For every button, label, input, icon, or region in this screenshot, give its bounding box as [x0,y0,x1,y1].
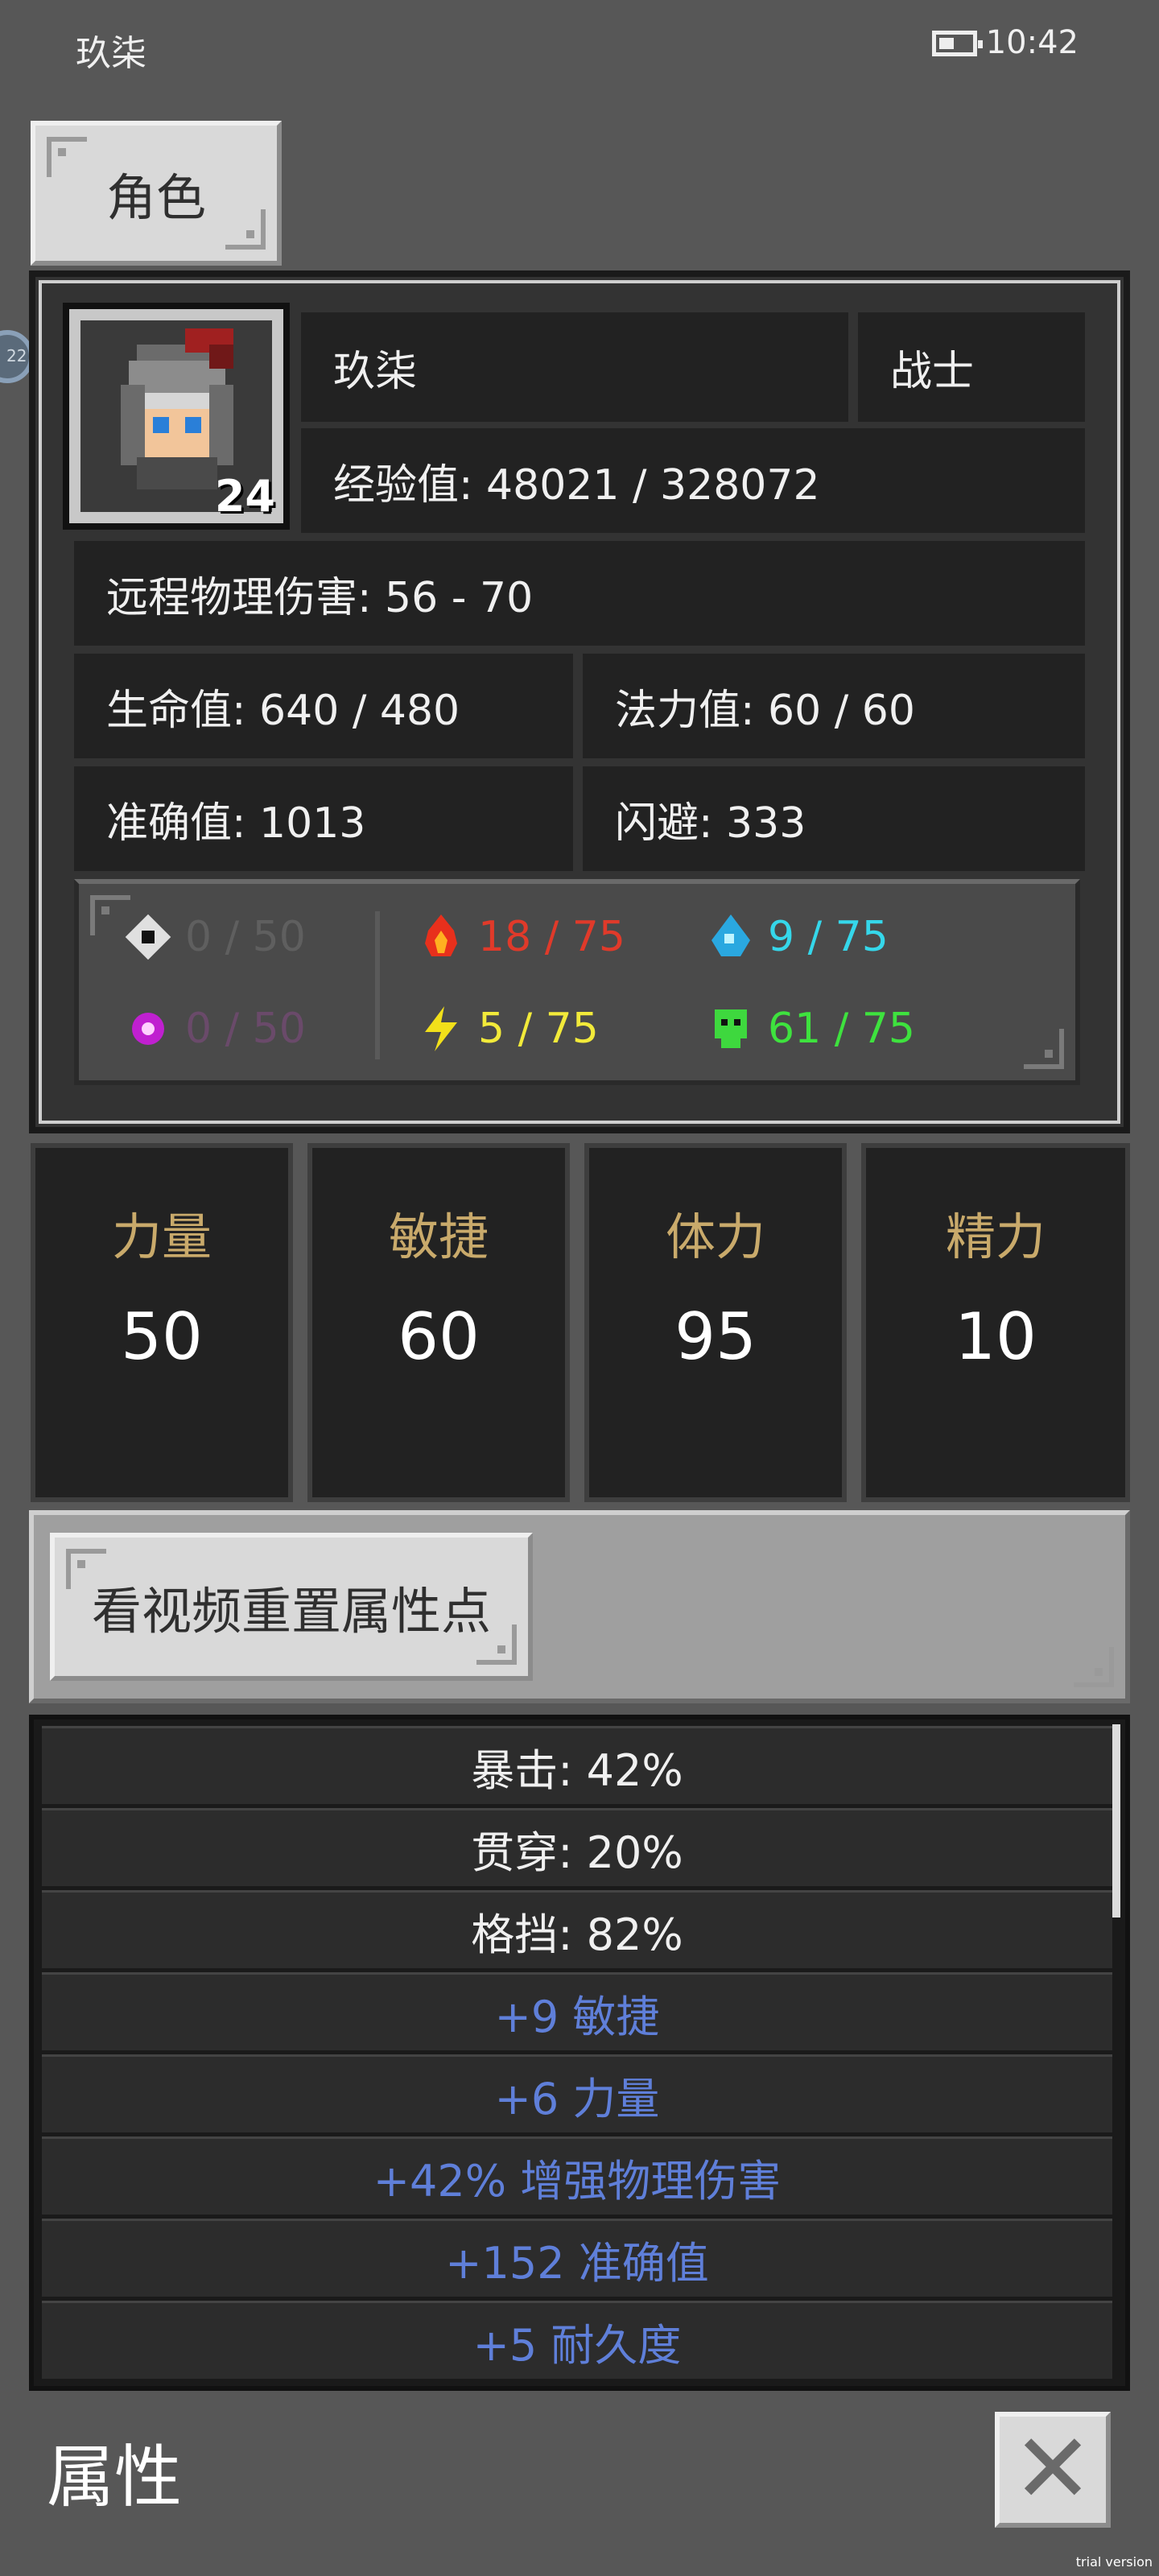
bonus-text: +5 耐久度 [472,2319,682,2371]
stat-agility-value: 60 [398,1299,480,1374]
bonus-text: +6 力量 [494,2073,660,2124]
stat-stamina: 体力 95 [584,1143,847,1502]
stat-energy-label: 精力 [945,1208,1046,1266]
stat-strength-value: 50 [121,1299,203,1374]
list-item: +5 耐久度 [42,2301,1112,2379]
bonus-text: 贯穿: 20% [471,1827,683,1878]
tab-label: 角色 [105,168,206,227]
corner-decoration [225,209,266,250]
resistance-water-value: 9 / 75 [768,913,889,961]
resistance-lightning: 5 / 75 [412,1000,599,1058]
experience-value: 经验值: 48021 / 328072 [301,428,1085,533]
resistance-arcane-value: 0 / 50 [185,1005,306,1053]
character-class: 战士 [858,312,1085,422]
trial-watermark: trial version [1075,2554,1153,2570]
resistance-water: 9 / 75 [702,908,889,966]
side-badge-text: 22 [6,346,27,365]
stat-agility: 敏捷 60 [307,1143,570,1502]
status-time: 10:42 [985,24,1079,61]
mp-value: 法力值: 60 / 60 [583,654,1085,758]
page-title: 属性 [47,2438,183,2516]
stat-energy: 精力 10 [861,1143,1130,1502]
character-portrait[interactable]: 24 [63,303,290,530]
stat-stamina-label: 体力 [665,1208,765,1266]
ranged-physical-damage: 远程物理伤害: 56 - 70 [74,541,1085,646]
lightning-icon [412,1000,470,1058]
water-icon [702,908,760,966]
corner-decoration [66,1549,106,1589]
corner-decoration [476,1624,517,1665]
battery-icon [932,31,983,56]
resistance-arcane: 0 / 50 [119,1000,306,1058]
list-item: +152 准确值 [42,2219,1112,2297]
resistance-poison-value: 61 / 75 [768,1005,915,1053]
stat-stamina-value: 95 [674,1299,757,1374]
physical-shield-icon [119,908,177,966]
stat-strength: 力量 50 [31,1143,293,1502]
bonus-text: 格挡: 82% [471,1909,683,1960]
close-button[interactable]: ✕ [995,2412,1111,2528]
list-item: 贯穿: 20% [42,1808,1112,1886]
stat-agility-label: 敏捷 [388,1208,489,1266]
divider [375,911,380,1059]
resistance-fire: 18 / 75 [412,908,625,966]
fire-icon [412,908,470,966]
bonus-text: +9 敏捷 [494,1991,660,2042]
tab-character[interactable]: 角色 [31,121,282,266]
dodge-value: 闪避: 333 [583,766,1085,871]
poison-skull-icon [702,1000,760,1058]
resistance-lightning-value: 5 / 75 [478,1005,599,1053]
watch-video-reset-button[interactable]: 看视频重置属性点 [50,1533,533,1681]
level-badge: 24 [214,471,275,522]
accuracy-value: 准确值: 1013 [74,766,573,871]
attribute-bonus-list[interactable]: 暴击: 42% 贯穿: 20% 格挡: 82% +9 敏捷 +6 力量 +42%… [29,1715,1130,2391]
bonus-text: 暴击: 42% [471,1744,683,1796]
corner-decoration [1024,1029,1064,1069]
resistance-fire-value: 18 / 75 [478,913,625,961]
list-item: +6 力量 [42,2054,1112,2132]
resistance-physical: 0 / 50 [119,908,306,966]
stat-strength-label: 力量 [111,1208,212,1266]
bonus-text: +42% 增强物理伤害 [373,2155,782,2207]
list-item: +42% 增强物理伤害 [42,2136,1112,2215]
character-name: 玖柒 [301,312,848,422]
list-item: 格挡: 82% [42,1890,1112,1968]
resistance-physical-value: 0 / 50 [185,913,306,961]
status-bar-title: 玖柒 [76,33,146,74]
corner-decoration [47,137,87,177]
corner-decoration [1074,1647,1114,1687]
list-item: +9 敏捷 [42,1972,1112,2050]
bonus-text: +152 准确值 [445,2237,709,2289]
reset-label: 看视频重置属性点 [91,1582,491,1641]
resistance-poison: 61 / 75 [702,1000,915,1058]
list-scrollbar[interactable] [1112,1724,1120,1918]
close-icon: ✕ [1012,2413,1094,2525]
stat-energy-value: 10 [955,1299,1037,1374]
hp-value: 生命值: 640 / 480 [74,654,573,758]
list-item: 暴击: 42% [42,1726,1112,1804]
resistance-box: 0 / 50 18 / 75 9 / 75 0 / 50 5 / 75 61 /… [74,879,1080,1085]
arcane-icon [119,1000,177,1058]
